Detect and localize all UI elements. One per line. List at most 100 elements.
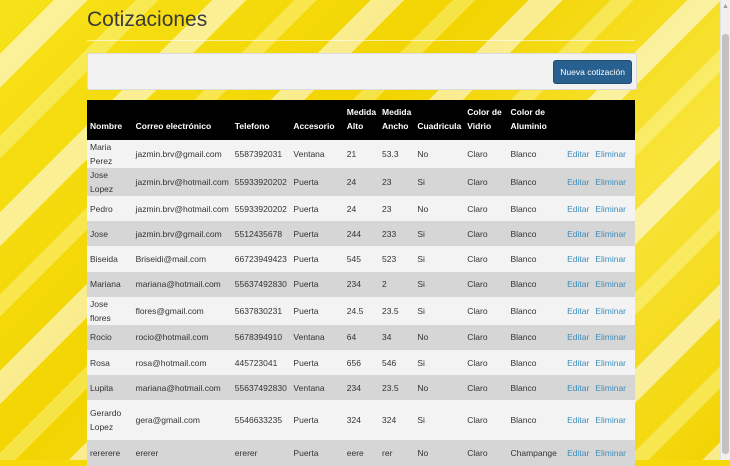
table-cell: 55637492830 [234, 279, 287, 290]
edit-link[interactable]: Editar [567, 177, 589, 187]
new-quote-button[interactable]: Nueva cotización [553, 60, 632, 84]
table-header-row: Nombre Correo electrónico Telefono Acces… [87, 100, 635, 140]
table-row: Jose flores flores@gmail.com 5637830231 Pue… [87, 296, 635, 325]
table-cell: No [417, 203, 429, 214]
table-cell: Blanco [510, 228, 537, 239]
table-row: rererere ererer ererer Puerta eere rer No Claro… [87, 440, 635, 466]
delete-link[interactable]: Eliminar [595, 279, 626, 289]
title-divider [87, 40, 635, 41]
table-cell: Si [417, 253, 425, 264]
scrollbar-thumb[interactable] [722, 34, 729, 454]
table-cell: 5637830231 [234, 305, 283, 316]
table-cell: No [417, 332, 429, 343]
table-cell: Blanco [510, 382, 537, 393]
table-cell: 23 [382, 177, 392, 187]
table-cell: Claro [467, 279, 488, 290]
table-cell: 23.5 [382, 382, 399, 393]
edit-link[interactable]: Editar [567, 306, 589, 316]
table-cell: No [417, 149, 429, 159]
table-cell: 53.3 [382, 149, 399, 159]
table-cell: 21 [346, 149, 357, 159]
row-actions: Editar Eliminar [564, 140, 635, 168]
table-cell: 24 [346, 203, 357, 214]
table-cell: 233 [382, 228, 397, 239]
table-cell: Jose Lopez [90, 170, 114, 194]
edit-link[interactable]: Editar [567, 279, 589, 289]
table-cell: Puerta [293, 228, 319, 239]
row-actions: Editar Eliminar [564, 400, 635, 440]
table-cell: ererer [135, 447, 159, 458]
table-cell: Puerta [293, 415, 319, 426]
table-cell: No [417, 447, 429, 458]
edit-link[interactable]: Editar [567, 358, 589, 368]
delete-link[interactable]: Eliminar [595, 306, 626, 316]
table-cell: Blanco [510, 415, 537, 426]
table-cell: rocio@hotmail.com [135, 332, 209, 343]
scroll-up-arrow-icon[interactable]: ▲ [722, 3, 729, 11]
table-cell: Claro [467, 357, 488, 368]
table-cell: 445723041 [234, 357, 278, 368]
table-cell: Pedro [90, 203, 113, 214]
table-cell: 545 [346, 253, 361, 264]
table-cell: Blanco [510, 332, 537, 343]
edit-link[interactable]: Editar [567, 383, 589, 393]
table-row: Jose Lopez jazmin.brv@hotmail.com 55933920… [87, 168, 635, 196]
edit-link[interactable]: Editar [567, 415, 589, 425]
table-cell: eere [346, 447, 364, 458]
table-cell: rer [382, 447, 393, 458]
table-row: Pedro jazmin.brv@hotmail.com 55933920202 Pu… [87, 196, 635, 222]
table-cell: 523 [382, 253, 397, 264]
delete-link[interactable]: Eliminar [595, 229, 626, 239]
table-cell: ererer [234, 447, 258, 458]
row-actions: Editar Eliminar [564, 272, 635, 297]
table-cell: jazmin.brv@hotmail.com [135, 177, 229, 187]
table-cell: Mariana [90, 279, 121, 290]
delete-link[interactable]: Eliminar [595, 332, 626, 342]
edit-link[interactable]: Editar [567, 448, 589, 458]
row-actions: Editar Eliminar [564, 221, 635, 246]
delete-link[interactable]: Eliminar [595, 149, 626, 159]
table-cell: jazmin.brv@gmail.com [135, 149, 222, 159]
table-cell: Claro [467, 253, 488, 264]
table-cell: Jose [90, 228, 108, 239]
row-actions: Editar Eliminar [564, 297, 635, 325]
delete-link[interactable]: Eliminar [595, 383, 626, 393]
table-cell: Ventana [293, 332, 325, 343]
table-cell: jazmin.brv@gmail.com [135, 228, 222, 239]
table-cell: mariana@hotmail.com [135, 279, 221, 290]
table-cell: Blanco [510, 253, 537, 264]
delete-link[interactable]: Eliminar [595, 254, 626, 264]
table-cell: Si [417, 228, 425, 239]
delete-link[interactable]: Eliminar [595, 448, 626, 458]
delete-link[interactable]: Eliminar [595, 358, 626, 368]
delete-link[interactable]: Eliminar [595, 415, 626, 425]
vertical-scrollbar[interactable]: ▲ [720, 0, 730, 460]
table-cell: 24 [346, 177, 357, 187]
table-cell: Si [417, 279, 425, 290]
row-actions: Editar Eliminar [564, 246, 635, 271]
table-cell: Puerta [293, 203, 319, 214]
edit-link[interactable]: Editar [567, 149, 589, 159]
edit-link[interactable]: Editar [567, 332, 589, 342]
table-cell: 34 [382, 332, 392, 343]
column-header-cuadricula: Cuadricula [417, 121, 462, 131]
table-cell: Ventana [293, 382, 325, 393]
table-cell: Jose flores [90, 298, 111, 323]
delete-link[interactable]: Eliminar [595, 177, 626, 187]
table-cell: 234 [346, 279, 361, 290]
edit-link[interactable]: Editar [567, 229, 589, 239]
edit-link[interactable]: Editar [567, 254, 589, 264]
table-cell: rererere [90, 447, 121, 458]
table-cell: Biseida [90, 253, 118, 264]
table-cell: Lupita [90, 382, 114, 393]
table-cell: 24.5 [346, 305, 364, 316]
column-header-correo: Correo electrónico [135, 121, 212, 131]
table-cell: 656 [346, 357, 361, 368]
table-cell: Si [417, 357, 425, 368]
column-header-accesorio: Accesorio [293, 121, 335, 131]
edit-link[interactable]: Editar [567, 204, 589, 214]
table-cell: rosa@hotmail.com [135, 357, 207, 368]
table-cell: Blanco [510, 305, 537, 316]
delete-link[interactable]: Eliminar [595, 204, 626, 214]
table-cell: 324 [382, 415, 397, 426]
